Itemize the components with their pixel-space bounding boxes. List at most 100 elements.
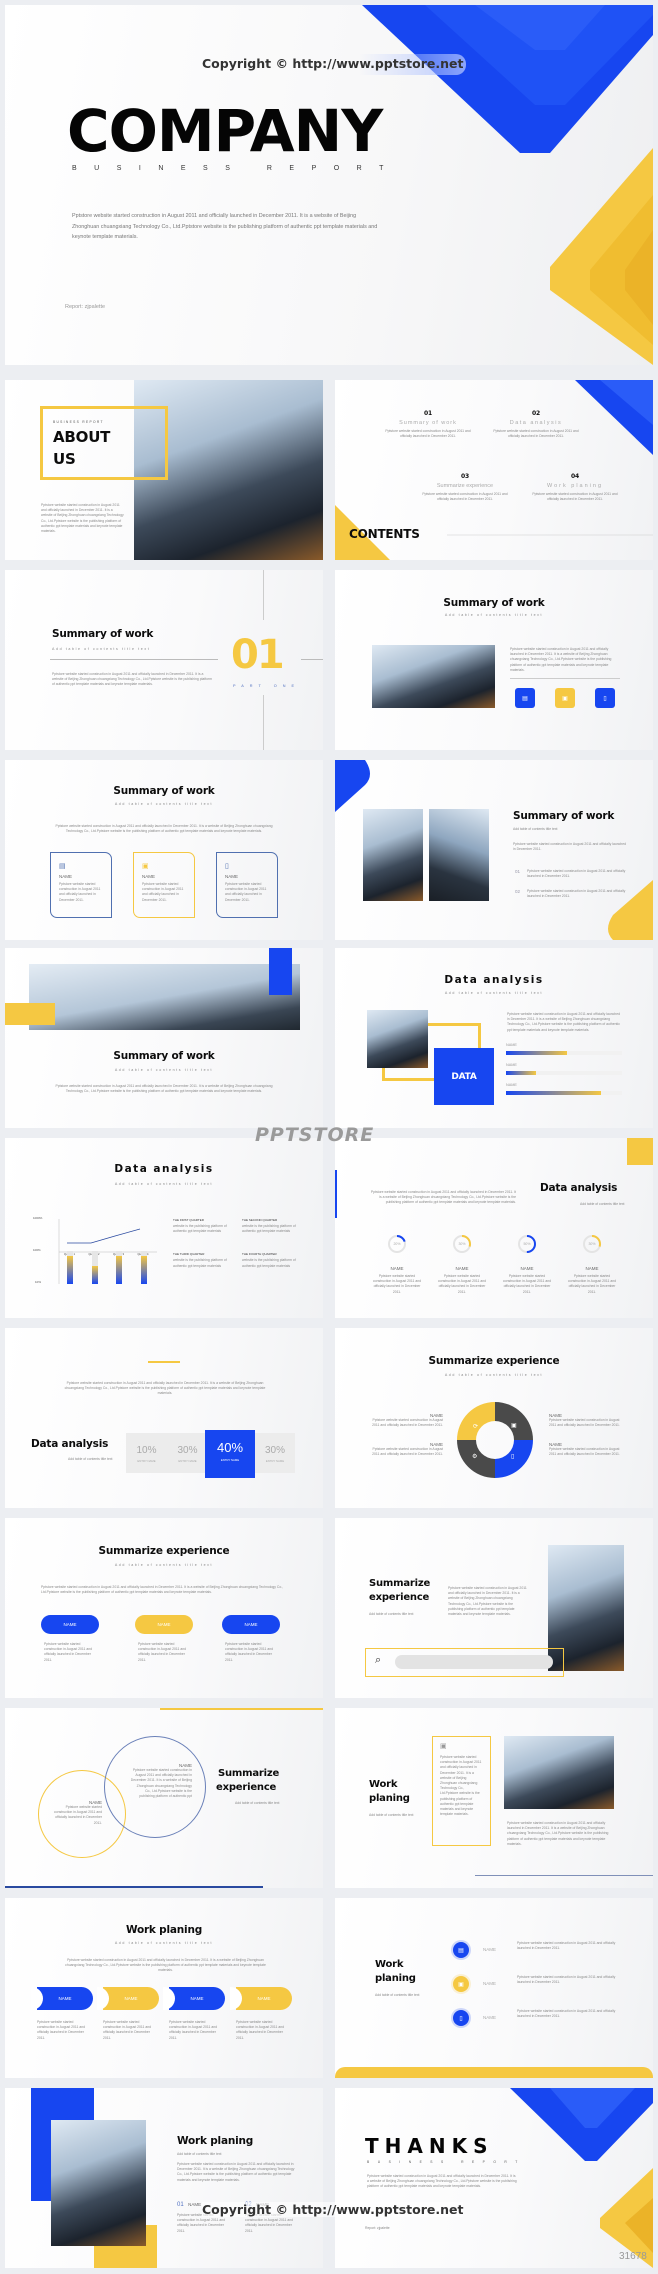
card-name: NAME — [59, 874, 73, 879]
building-photo — [29, 964, 300, 1030]
contents-title: CONTENTS — [349, 527, 420, 541]
quarter-block: THE THIRD QUARTER website is the publishi… — [173, 1252, 234, 1268]
document-icon: ▯ — [225, 863, 229, 870]
item-label: Summarize experience — [436, 483, 494, 489]
card-body: Pptstore website started construction in… — [59, 882, 101, 902]
quarter-bar — [116, 1255, 122, 1284]
slide-subtitle: Add table of contents title text — [114, 1941, 214, 1945]
copyright-watermark-bottom: Copyright © http://www.pptstore.net — [202, 2202, 464, 2217]
part-number: 01 — [231, 632, 285, 678]
bar-fill — [506, 1051, 568, 1055]
name-pill[interactable]: NAME — [135, 1615, 193, 1634]
quarter-blocks: THE FIRST QUARTER website is the publishi… — [173, 1218, 303, 1269]
slide-data-bars: Data analysis Add table of contents titl… — [335, 948, 653, 1128]
divider — [301, 659, 323, 660]
bar-track — [506, 1051, 622, 1055]
name-arrow[interactable]: NAME — [103, 1987, 159, 2010]
item-body: Pptstore website started construction in… — [53, 1805, 102, 1825]
block-title: THE FOURTH QUARTER — [242, 1252, 277, 1257]
slide-title: Summary of work — [113, 785, 215, 797]
slide-title-2: experience — [369, 1592, 430, 1603]
building-photo — [367, 1010, 428, 1068]
item-name: NAME — [483, 1981, 497, 1986]
yellow-footer-bar — [335, 2067, 653, 2078]
slide-thanks: THANKS BUSINESS REPORT Pptstore website … — [335, 2088, 653, 2268]
blue-accent — [335, 1170, 337, 1218]
slide-title: Summary of work — [443, 597, 545, 609]
block-body: website is the publishing platform of au… — [242, 1224, 296, 1234]
name-pill[interactable]: NAME — [41, 1615, 99, 1634]
slide-summarize-search: Summarize experience Add table of conten… — [335, 1518, 653, 1698]
item-number: 02 — [515, 889, 521, 894]
item-body: Pptstore website started construction in… — [527, 889, 626, 899]
quarter-block: THE FOURTH QUARTER website is the publish… — [242, 1252, 303, 1268]
cover-title: COMPANY — [67, 97, 383, 165]
contents-item-4[interactable]: 04 Work planing Pptstore website started… — [530, 473, 620, 502]
ring-percent: 30% — [588, 1242, 596, 1246]
data-box: DATA — [434, 1048, 494, 1105]
donut-item: NAME Pptstore website started constructio… — [368, 1442, 443, 1457]
donut-item: NAME Pptstore website started constructio… — [549, 1442, 625, 1457]
item-body: Pptstore website started construction in… — [385, 429, 471, 439]
ring-percent: 20% — [393, 1242, 401, 1246]
slide-body: Pptstore website started construction in… — [65, 1958, 266, 1973]
yellow-block — [627, 1138, 653, 1165]
bar-track — [506, 1091, 622, 1095]
chart-icon: ▣ — [440, 1743, 447, 1750]
ring-body: Pptstore website started construction in… — [502, 1274, 551, 1294]
slide-body: Pptstore website started construction in… — [507, 1012, 620, 1032]
entry-name: ENTRY NAME — [137, 1459, 156, 1463]
refresh-icon: ⟳ — [473, 1424, 478, 1430]
tablet-icon: ▯ — [511, 1454, 514, 1460]
item-number: 01 — [515, 869, 521, 874]
slide-body: Pptstore website started construction in… — [177, 2162, 295, 2182]
slide-body: Pptstore website started construction in… — [513, 842, 626, 852]
slide-work-numbered: Work planing Add table of contents title… — [5, 2088, 323, 2268]
slide-title-2: planing — [369, 1793, 410, 1804]
contents-item-3[interactable]: 03 Summarize experience Pptstore website… — [420, 473, 510, 502]
name-arrow[interactable]: NAME — [169, 1987, 225, 2010]
about-body: Pptstore website started construction in… — [41, 503, 124, 534]
cover-tagline: BUSINESS REPORT — [72, 165, 401, 172]
name-pill[interactable]: NAME — [222, 1615, 280, 1634]
about-title-1: ABOUT — [53, 428, 111, 446]
item-body: Pptstore website started construction in… — [372, 1447, 443, 1457]
entry-name: ENTRY NAME — [220, 1458, 240, 1462]
name-arrow[interactable]: NAME — [236, 1987, 292, 2010]
ring-percent: 50% — [523, 1242, 531, 1246]
item-name: NAME — [483, 1947, 497, 1952]
slide-summarize-donut: Summarize experience Add table of conten… — [335, 1328, 653, 1508]
item-label: Data analysis — [509, 420, 563, 426]
slide-work-list: Work planing Add table of contents title… — [335, 1898, 653, 2078]
percent-value: 30% — [177, 1445, 198, 1456]
contents-item-2[interactable]: 02 Data analysis Pptstore website starte… — [491, 410, 581, 439]
slide-title: Data analysis — [540, 1182, 618, 1194]
item-body: Pptstore website started construction in… — [517, 1941, 616, 1951]
slide-body: Pptstore website started construction in… — [370, 1190, 516, 1205]
item-name: NAME — [483, 2015, 497, 2020]
slide-title: Summary of work — [513, 810, 615, 822]
percent-box: 10% ENTRY NAME — [126, 1433, 167, 1473]
contents-item-1[interactable]: 01 Summary of work Pptstore website star… — [383, 410, 473, 439]
slide-title-2: experience — [216, 1782, 277, 1793]
search-icon[interactable]: ⌕ — [375, 1654, 381, 1667]
item-number: 04 — [571, 473, 579, 480]
name-arrow[interactable]: NAME — [37, 1987, 93, 2010]
thanks-body: Pptstore website started construction in… — [367, 2174, 517, 2189]
arrow-body: Pptstore website started construction in… — [37, 2020, 86, 2040]
about-title-2: US — [53, 450, 76, 468]
building-icon: ▤ — [515, 688, 535, 708]
item-body: Pptstore website started construction in… — [527, 869, 626, 879]
part-label: PART ONE — [233, 684, 300, 688]
slide-title: Summary of work — [113, 1050, 215, 1062]
search-input[interactable] — [395, 1655, 553, 1669]
slide-subtitle: Add table of contents title text — [444, 991, 544, 995]
about-kicker: BUSINESS REPORT — [53, 420, 104, 424]
item-number: 01 — [424, 410, 432, 417]
slide-part-one: Summary of work Add table of contents ti… — [5, 570, 323, 750]
item-body: Pptstore website started construction in… — [372, 1418, 443, 1428]
item-body: Pptstore website started construction in… — [517, 2009, 616, 2019]
slide-summary-photos: Summary of work Add table of contents ti… — [335, 760, 653, 940]
pill-body: Pptstore website started construction in… — [138, 1642, 187, 1662]
divider — [50, 659, 218, 660]
